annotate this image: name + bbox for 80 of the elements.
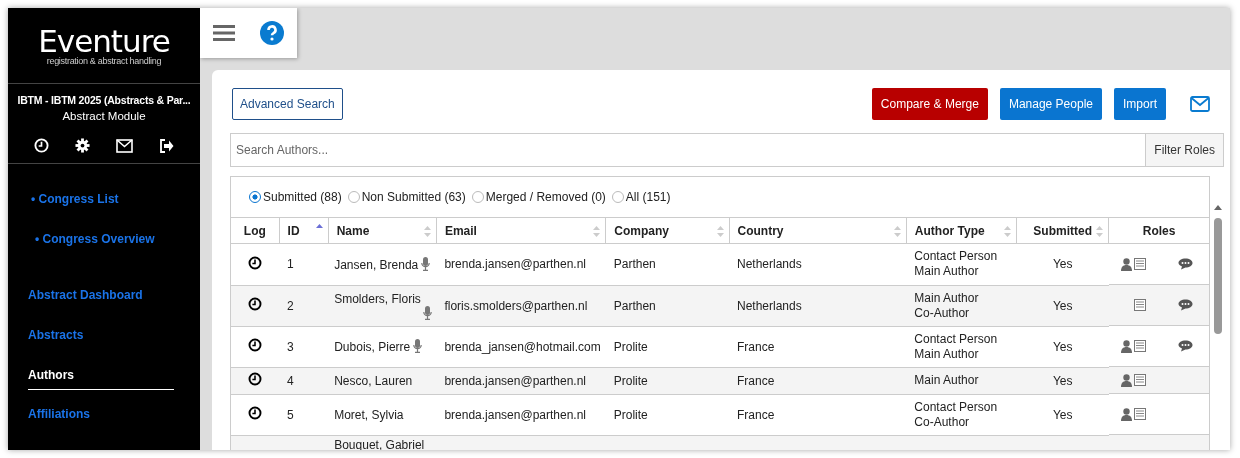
author-type: Contact Person Co-Author	[914, 399, 998, 430]
column-header[interactable]: ID	[279, 217, 329, 244]
column-header[interactable]: Name	[328, 217, 437, 244]
sidebar-item[interactable]: Abstract Dashboard	[28, 286, 143, 304]
table-cell: Yes	[1052, 257, 1073, 272]
author-name: Jansen, Brenda	[334, 257, 419, 272]
search-field[interactable]: Search Authors... Filter Roles	[230, 133, 1224, 167]
table-cell: Prolite	[613, 407, 648, 422]
sidebar-item[interactable]: Authors	[28, 366, 174, 390]
author-type: Contact Person Main Author	[914, 331, 998, 362]
table-cell: France	[737, 373, 775, 388]
table-cell: brenda.jansen@parthen.nl	[444, 373, 587, 388]
clock-icon[interactable]	[248, 372, 263, 386]
sidebar-item[interactable]: Abstracts	[28, 326, 84, 344]
logo-subtitle: registration & abstract handling	[46, 55, 162, 66]
table-cell: Prolite	[613, 373, 648, 388]
event-name: IBTM - IBTM 2025 (Abstracts & Par...	[17, 94, 191, 106]
toolbar-button[interactable]: Compare & Merge	[871, 88, 988, 120]
table-cell: Parthen	[613, 257, 656, 272]
filter-radio[interactable]: Merged / Removed (0)	[471, 190, 606, 204]
sort-icon	[1004, 226, 1012, 237]
table-cell: Prolite	[613, 339, 648, 354]
clock-icon[interactable]	[248, 297, 263, 311]
column-header[interactable]: Roles	[1108, 217, 1209, 244]
toolbar-button[interactable]: Manage People	[999, 88, 1102, 120]
filter-radio[interactable]: Submitted (88)	[249, 190, 342, 204]
table-cell: Yes	[1052, 339, 1073, 354]
table-cell: Yes	[1052, 298, 1073, 313]
table-cell: France	[737, 339, 775, 354]
column-header[interactable]: Submitted	[1016, 217, 1109, 244]
column-header[interactable]: Company	[605, 217, 729, 244]
column-header[interactable]: Author Type	[906, 217, 1017, 244]
sort-icon	[593, 226, 601, 237]
sort-icon	[1096, 226, 1104, 237]
sign-out-icon[interactable]	[159, 138, 174, 153]
table-cell: Yes	[1052, 373, 1073, 388]
filter-roles-button[interactable]: Filter Roles	[1145, 134, 1223, 166]
table-cell: Parthen	[613, 298, 656, 313]
table-cell: brenda_jansen@hotmail.com	[444, 339, 601, 354]
author-type: Main Author	[914, 373, 979, 388]
table-cell: Netherlands	[737, 257, 802, 272]
table-cell: Netherlands	[737, 298, 802, 313]
clock-icon[interactable]	[248, 406, 263, 420]
filter-radio[interactable]: All (151)	[611, 190, 671, 204]
author-name: Smolders, Floris	[334, 291, 421, 306]
author-name: Dubois, Pierre	[334, 340, 411, 354]
help-icon[interactable]	[260, 21, 285, 45]
column-header[interactable]: Email	[436, 217, 606, 244]
table-cell: 1	[287, 257, 294, 272]
sidebar-item[interactable]: • Congress Overview	[35, 230, 155, 248]
clock-icon[interactable]	[248, 338, 263, 352]
column-header[interactable]: Country	[729, 217, 907, 244]
table-cell: 3	[287, 339, 294, 354]
menu-icon[interactable]	[212, 24, 235, 42]
module-name: Abstract Module	[62, 110, 146, 122]
table-cell: France	[737, 407, 775, 422]
sidebar-item[interactable]: Affiliations	[28, 405, 90, 423]
advanced-search-button[interactable]: Advanced Search	[232, 88, 343, 120]
sort-icon	[893, 226, 901, 237]
table-cell: brenda.jansen@parthen.nl	[444, 257, 587, 272]
table-cell: 4	[287, 373, 294, 388]
author-type: Contact Person Main Author	[914, 249, 998, 280]
sort-icon	[315, 224, 323, 228]
toolbar-button[interactable]: Import	[1114, 88, 1166, 120]
settings-icon[interactable]	[75, 138, 90, 153]
sort-icon	[716, 226, 724, 237]
table-cell: brenda.jansen@parthen.nl	[444, 407, 587, 422]
table-cell: Yes	[1052, 407, 1073, 422]
author-name: Moret, Sylvia	[334, 407, 404, 422]
author-type: Main Author Co-Author	[914, 290, 979, 321]
column-header[interactable]: Log	[231, 217, 280, 244]
clock-icon[interactable]	[248, 255, 263, 270]
sort-icon	[423, 226, 431, 237]
table-cell: floris.smolders@parthen.nl	[444, 298, 588, 313]
table-cell: 5	[287, 407, 294, 422]
logo-title: Eventure	[38, 25, 170, 56]
table-cell: 2	[287, 298, 294, 313]
sidebar-item[interactable]: • Congress List	[31, 190, 119, 208]
author-name: Nesco, Lauren	[334, 373, 413, 388]
filter-radio[interactable]: Non Submitted (63)	[347, 190, 466, 204]
